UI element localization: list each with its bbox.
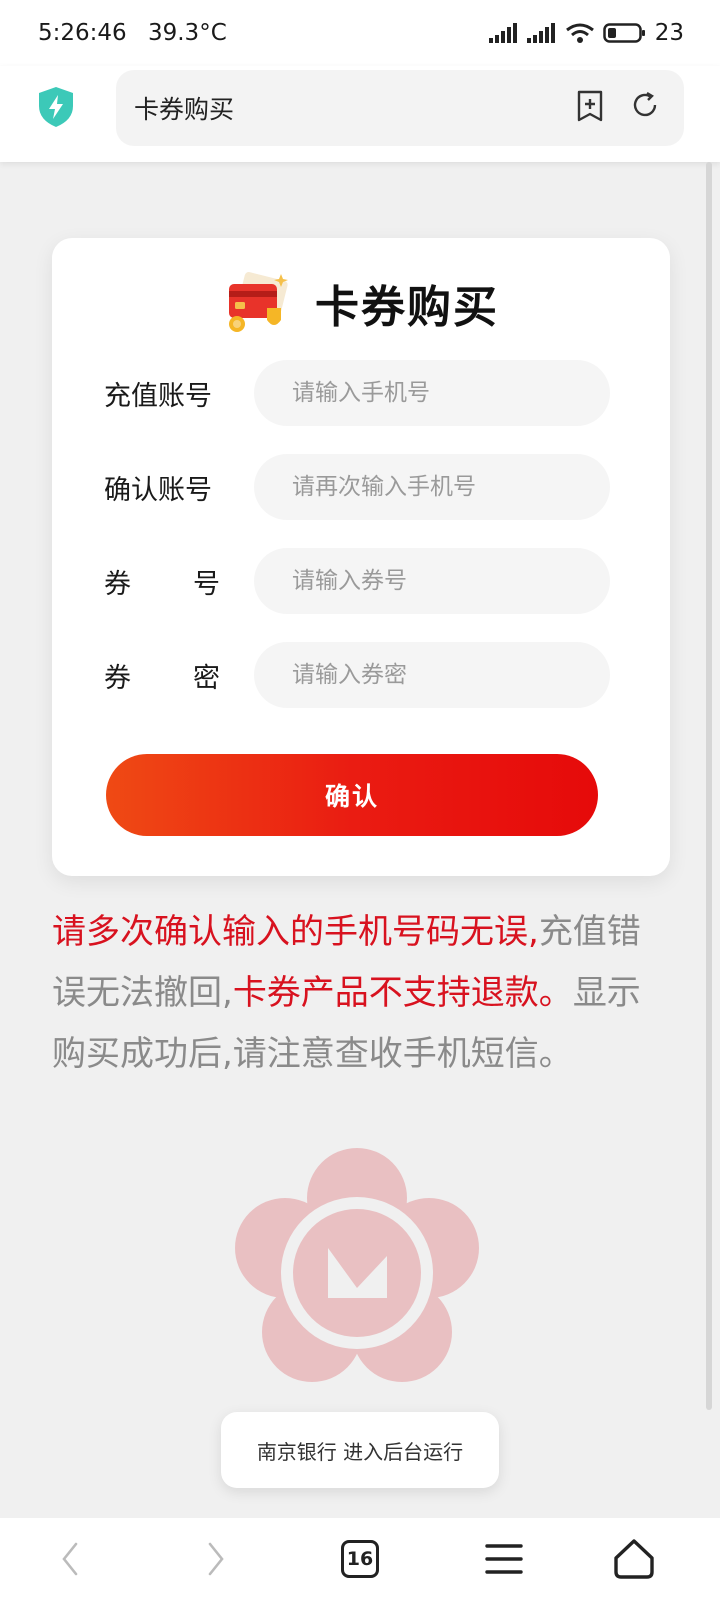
menu-icon bbox=[485, 1544, 523, 1574]
home-icon bbox=[614, 1539, 654, 1579]
card-coupon-icon bbox=[229, 272, 288, 332]
address-bar-actions bbox=[576, 90, 660, 122]
field-label-char: 号 bbox=[193, 568, 220, 600]
chevron-left-icon bbox=[62, 1542, 78, 1576]
notice-warning-2: 卡券产品不支持退款。 bbox=[232, 973, 573, 1013]
card-header: 卡券购买 bbox=[52, 268, 670, 338]
field-label-text: 充值账号 bbox=[104, 380, 212, 412]
confirm-account-label: 确认账号 bbox=[104, 468, 254, 507]
chevron-right-icon bbox=[208, 1542, 224, 1576]
add-bookmark-icon[interactable] bbox=[576, 90, 604, 122]
scrollbar[interactable] bbox=[706, 162, 712, 1410]
browser-bottom-nav: 16 bbox=[0, 1518, 720, 1600]
card-title: 卡券购买 bbox=[315, 282, 499, 333]
status-right: 23 bbox=[488, 20, 684, 46]
address-bar[interactable]: 卡券购买 bbox=[116, 70, 684, 146]
confirm-account-row: 确认账号 bbox=[104, 454, 620, 520]
status-time: 5:26:46 bbox=[38, 20, 127, 46]
refresh-icon[interactable] bbox=[630, 90, 660, 120]
tabs-count-icon: 16 bbox=[341, 1540, 379, 1578]
shield-icon[interactable] bbox=[37, 86, 75, 128]
field-label-char: 券 bbox=[104, 568, 131, 600]
menu-button[interactable] bbox=[474, 1518, 534, 1600]
battery-icon bbox=[602, 23, 645, 43]
battery-level: 23 bbox=[654, 20, 684, 46]
signal-icon-2 bbox=[526, 23, 555, 43]
tabs-count: 16 bbox=[346, 1548, 374, 1570]
confirm-button[interactable]: 确认 bbox=[106, 754, 598, 836]
status-bar: 5:26:46 39.3°C 23 bbox=[0, 0, 720, 66]
status-temperature: 39.3°C bbox=[147, 20, 227, 46]
tabs-button[interactable]: 16 bbox=[330, 1518, 390, 1600]
coupon-password-row: 券 密 bbox=[104, 642, 620, 708]
coupon-password-label: 券 密 bbox=[104, 656, 254, 695]
recharge-account-row: 充值账号 bbox=[104, 360, 620, 426]
wifi-icon bbox=[565, 23, 594, 43]
back-button[interactable] bbox=[40, 1518, 100, 1600]
page-title: 卡券购买 bbox=[134, 95, 235, 124]
recharge-account-label: 充值账号 bbox=[104, 374, 254, 413]
home-button[interactable] bbox=[604, 1518, 664, 1600]
bank-logo-watermark-icon bbox=[235, 1148, 479, 1382]
status-left: 5:26:46 39.3°C bbox=[38, 20, 241, 46]
recharge-account-input[interactable] bbox=[254, 360, 610, 426]
forward-button[interactable] bbox=[186, 1518, 246, 1600]
confirm-account-input[interactable] bbox=[254, 454, 610, 520]
toast-message: 南京银行 进入后台运行 bbox=[221, 1412, 499, 1488]
browser-toolbar: 卡券购买 bbox=[0, 66, 720, 162]
notice-text: 请多次确认输入的手机号码无误,充值错误无法撤回,卡券产品不支持退款。显示购买成功… bbox=[52, 902, 652, 1085]
coupon-number-input[interactable] bbox=[254, 548, 610, 614]
signal-icon bbox=[488, 23, 517, 43]
field-label-text: 确认账号 bbox=[104, 474, 212, 506]
field-label-char: 券 bbox=[104, 662, 131, 694]
field-label-char: 密 bbox=[193, 662, 220, 694]
coupon-number-row: 券 号 bbox=[104, 548, 620, 614]
notice-warning-1: 请多次确认输入的手机号码无误, bbox=[52, 912, 539, 952]
coupon-number-label: 券 号 bbox=[104, 562, 254, 601]
toast-text: 南京银行 进入后台运行 bbox=[256, 1439, 464, 1464]
coupon-password-input[interactable] bbox=[254, 642, 610, 708]
purchase-card: 卡券购买 充值账号 确认账号 券 号 券 密 确认 bbox=[52, 238, 670, 876]
